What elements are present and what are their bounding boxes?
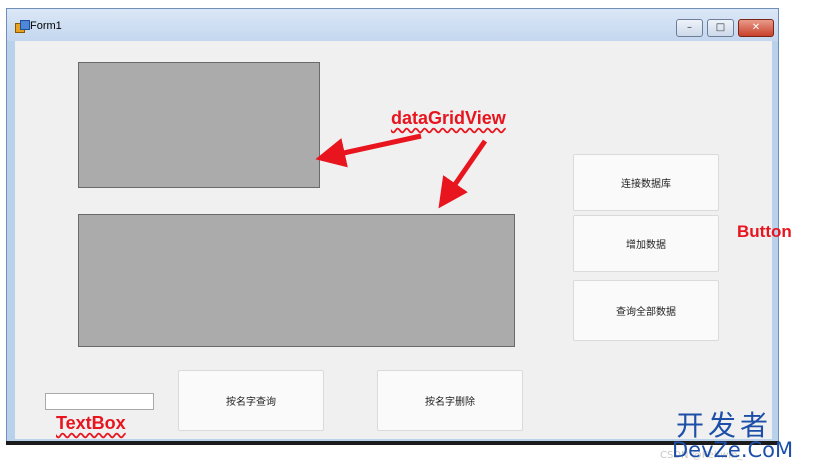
query-by-name-button[interactable]: 按名字查询: [178, 370, 324, 431]
maximize-icon: □: [715, 22, 726, 33]
form-client-area: 连接数据库 增加数据 查询全部数据 按名字查询 按名字删除: [15, 41, 772, 439]
name-textbox[interactable]: [45, 393, 154, 410]
annotation-textbox: TextBox: [56, 413, 126, 433]
connect-database-button[interactable]: 连接数据库: [573, 154, 719, 211]
close-button[interactable]: ✕: [738, 19, 774, 37]
maximize-button[interactable]: □: [707, 19, 734, 37]
form-app-icon: [15, 20, 30, 33]
title-bar[interactable]: Form1 – □ ✕: [7, 9, 778, 41]
watermark-site: DevZe.CoM: [672, 438, 794, 462]
add-data-button[interactable]: 增加数据: [573, 215, 719, 272]
query-all-data-button[interactable]: 查询全部数据: [573, 280, 719, 341]
annotation-button: Button: [737, 222, 792, 241]
close-icon: ✕: [751, 22, 761, 33]
datagridview-top[interactable]: [78, 62, 320, 188]
delete-by-name-button[interactable]: 按名字删除: [377, 370, 523, 431]
bottom-dark-strip: [6, 441, 779, 445]
minimize-button[interactable]: –: [676, 19, 703, 37]
annotation-datagridview: dataGridView: [391, 108, 506, 128]
datagridview-bottom[interactable]: [78, 214, 515, 347]
minimize-icon: –: [687, 22, 692, 33]
window-title: Form1: [30, 20, 62, 32]
form1-window: Form1 – □ ✕ 连接数据库 增加数据 查询全部数据 按名字查询 按名字删…: [6, 8, 779, 444]
